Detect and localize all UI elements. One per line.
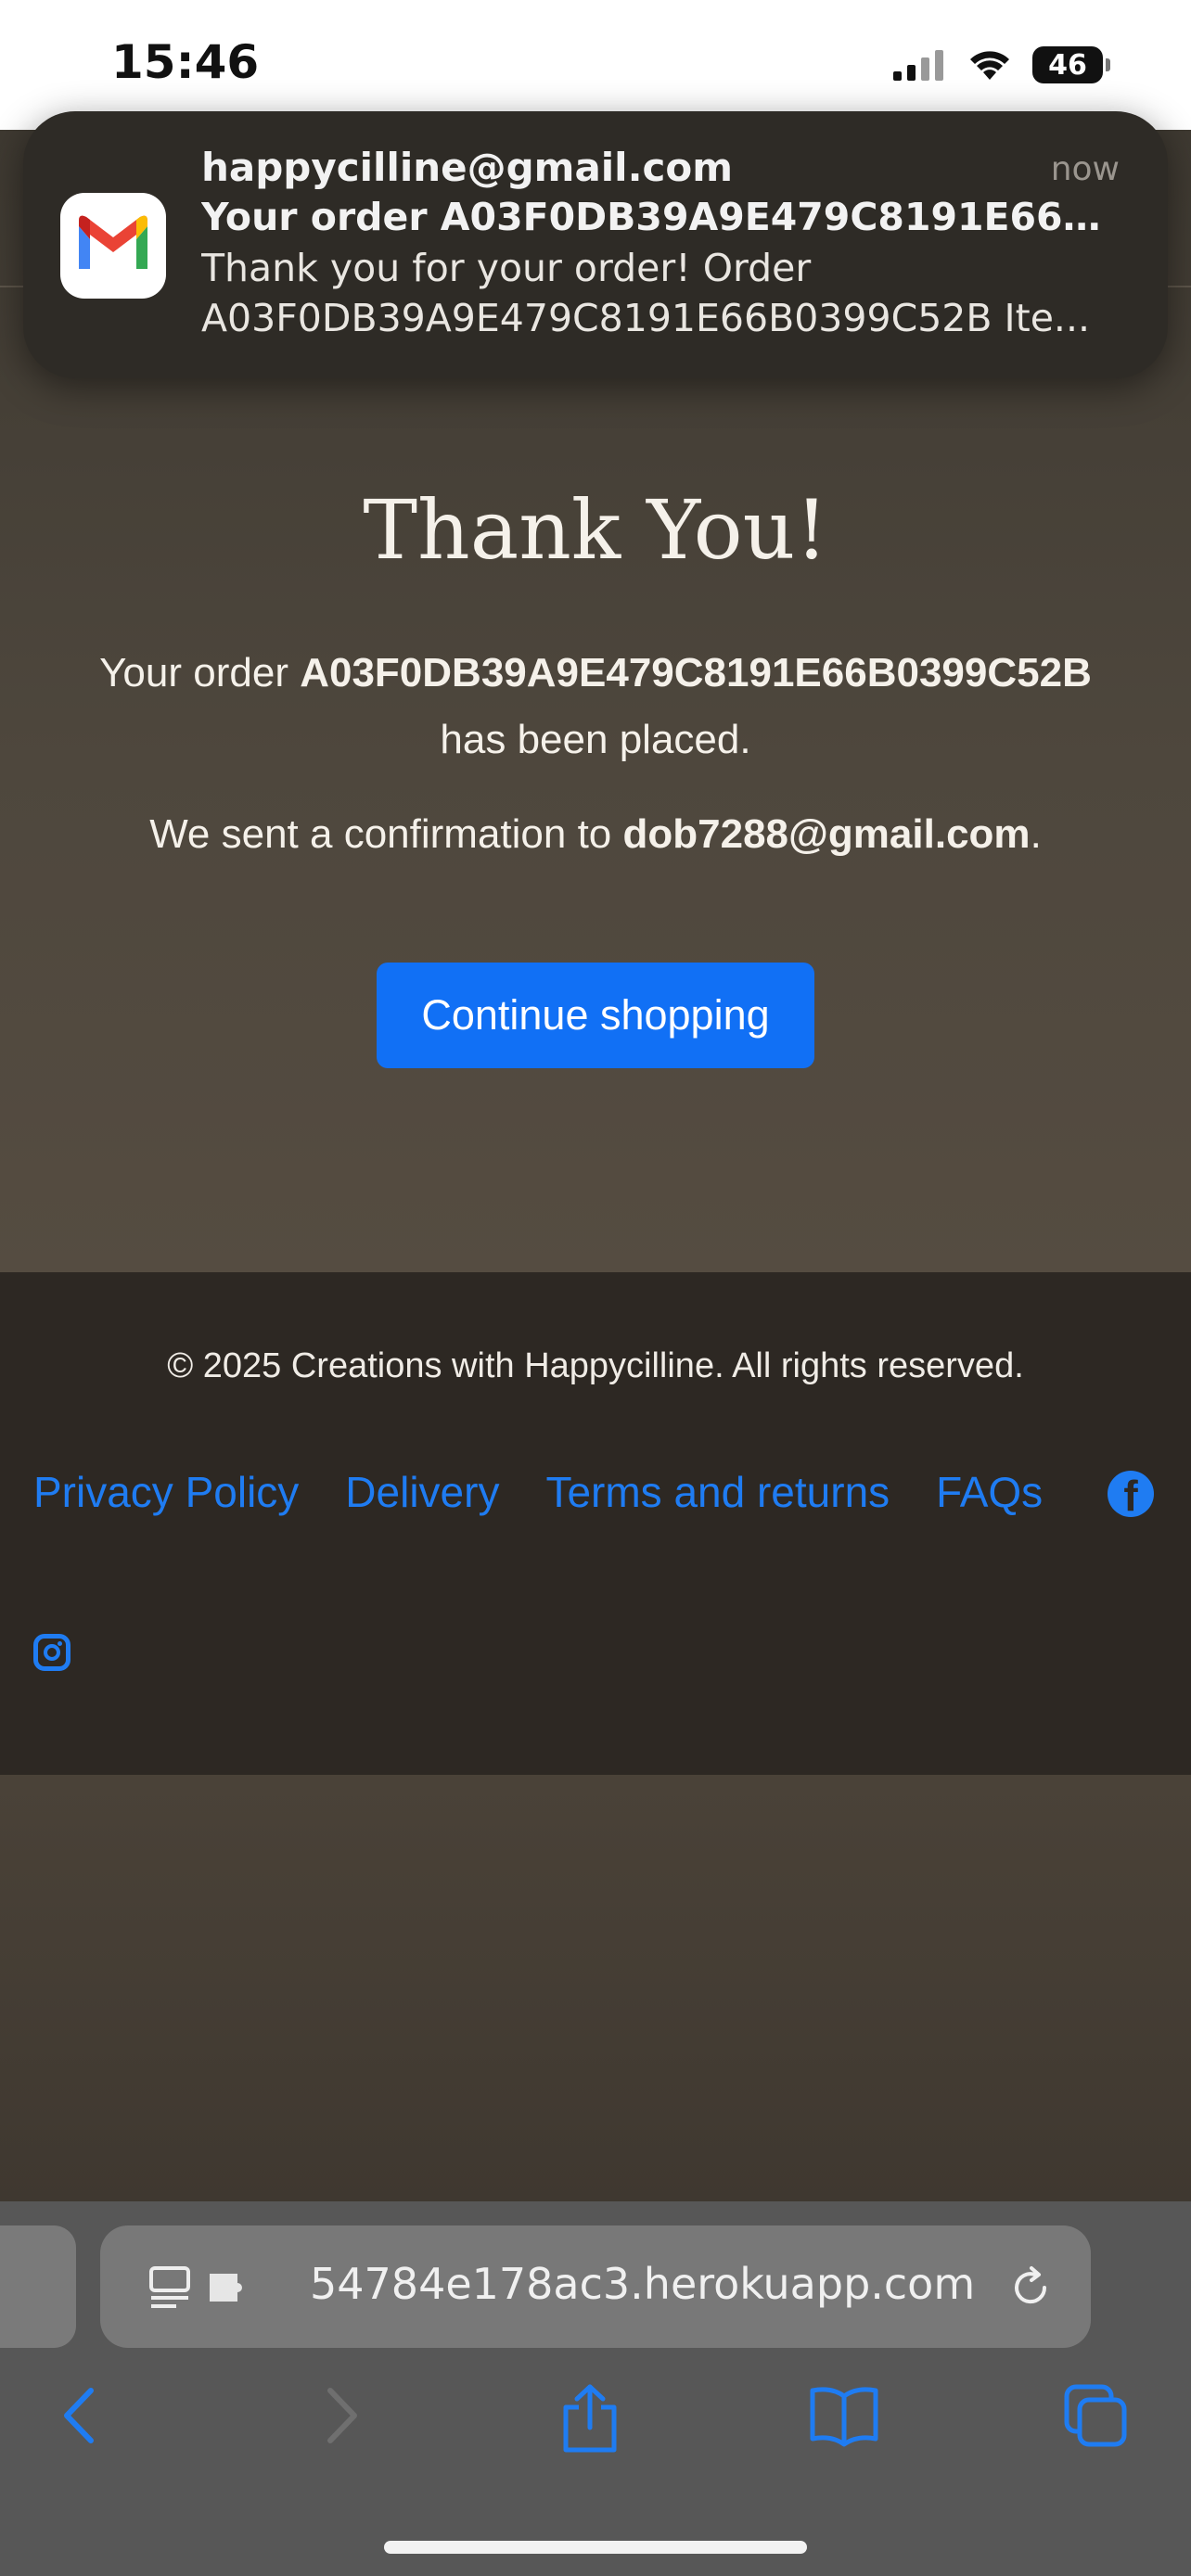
notification-subject: Your order A03F0DB39A9E479C8191E66B0...: [201, 195, 1129, 239]
order-number: A03F0DB39A9E479C8191E66B0399C52B: [300, 650, 1092, 695]
forward-icon[interactable]: [317, 2383, 364, 2448]
page-title: Thank You!: [363, 482, 828, 578]
home-indicator[interactable]: [384, 2541, 807, 2554]
facebook-glyph: f: [1123, 1472, 1138, 1520]
page-menu-icon[interactable]: [148, 2264, 195, 2311]
address-bar-icons: [148, 2264, 252, 2311]
footer: © 2025 Creations with Happycilline. All …: [0, 1272, 1191, 1775]
footer-links: Privacy Policy Delivery Terms and return…: [33, 1467, 1043, 1517]
copyright-text: © 2025 Creations with Happycilline. All …: [167, 1346, 1024, 1385]
status-bar: 15:46 46: [0, 0, 1191, 130]
confirm-suffix: .: [1030, 811, 1042, 857]
reload-icon[interactable]: [1007, 2264, 1054, 2311]
tabs-icon[interactable]: [1063, 2383, 1130, 2450]
order-suffix: has been placed.: [440, 717, 751, 762]
notification-body: Thank you for your order! Order A03F0DB3…: [201, 243, 1129, 343]
browser-nav-row: [0, 2383, 1191, 2457]
footer-link-terms-and-returns[interactable]: Terms and returns: [545, 1467, 890, 1517]
continue-shopping-button[interactable]: Continue shopping: [377, 963, 814, 1068]
status-time: 15:46: [111, 35, 260, 89]
previous-tab-preview[interactable]: [0, 2225, 76, 2348]
notification-sender: happycilline@gmail.com: [201, 145, 734, 190]
back-icon[interactable]: [58, 2383, 104, 2448]
page-background-lower: [0, 1775, 1191, 2201]
notification-body-line: A03F0DB39A9E479C8191E66B0399C52B Ite...: [201, 296, 1091, 340]
footer-link-faqs[interactable]: FAQs: [936, 1467, 1043, 1517]
battery-icon: 46: [1032, 46, 1110, 83]
gmail-notification[interactable]: happycilline@gmail.com now Your order A0…: [23, 111, 1168, 378]
footer-link-delivery[interactable]: Delivery: [345, 1467, 499, 1517]
email-confirmation-text: We sent a confirmation to dob7288@gmail.…: [0, 811, 1191, 858]
facebook-icon[interactable]: f: [1108, 1471, 1154, 1520]
confirm-prefix: We sent a confirmation to: [149, 811, 623, 857]
share-icon[interactable]: [557, 2383, 623, 2454]
wifi-icon: [970, 51, 1009, 80]
bookmarks-icon[interactable]: [807, 2383, 881, 2448]
confirmation-email: dob7288@gmail.com: [622, 811, 1031, 857]
order-confirmation-text: Your order A03F0DB39A9E479C8191E66B0399C…: [0, 640, 1191, 773]
address-bar[interactable]: 54784e178ac3.herokuapp.com: [100, 2225, 1091, 2348]
notification-time: now: [1050, 150, 1120, 188]
gmail-icon: [60, 193, 166, 299]
battery-level: 46: [1048, 48, 1087, 82]
extension-icon[interactable]: [206, 2264, 252, 2311]
footer-link-privacy-policy[interactable]: Privacy Policy: [33, 1467, 299, 1517]
cellular-signal-icon: [893, 50, 943, 81]
url-text[interactable]: 54784e178ac3.herokuapp.com: [310, 2259, 975, 2309]
notification-body-line: Thank you for your order! Order: [201, 246, 812, 290]
instagram-icon[interactable]: [33, 1634, 70, 1671]
order-prefix: Your order: [99, 650, 301, 695]
status-icons: 46: [893, 46, 1110, 83]
